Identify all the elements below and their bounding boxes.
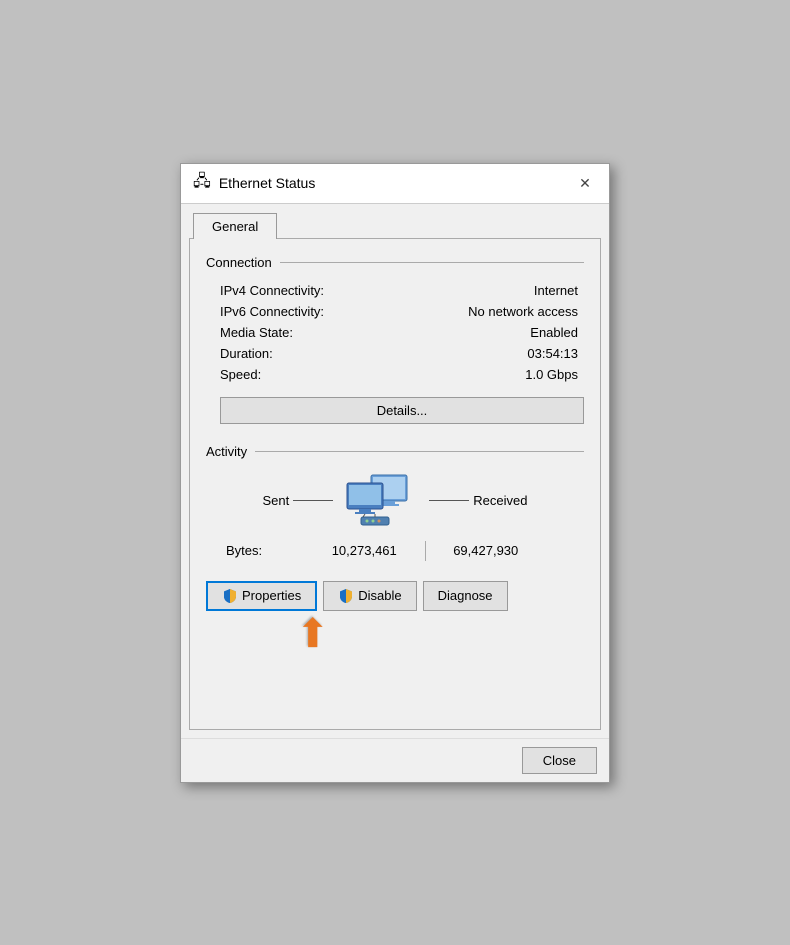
activity-section-header: Activity	[206, 444, 584, 459]
bytes-received-value: 69,427,930	[434, 543, 539, 558]
ipv6-label: IPv6 Connectivity:	[206, 301, 414, 322]
dialog-title: Ethernet Status	[219, 175, 316, 191]
media-state-label: Media State:	[206, 322, 414, 343]
table-row: IPv6 Connectivity: No network access	[206, 301, 584, 322]
activity-section: Activity Sent	[206, 444, 584, 565]
connection-label: Connection	[206, 255, 272, 270]
received-line	[429, 500, 469, 501]
activity-visual: Sent	[206, 471, 584, 531]
disable-label: Disable	[358, 588, 401, 603]
content-area: Connection IPv4 Connectivity: Internet I…	[189, 238, 601, 730]
network-icon: 🖧	[193, 170, 211, 197]
sent-line	[293, 500, 333, 501]
arrow-icon: ⬇	[296, 611, 330, 651]
properties-button[interactable]: Properties	[206, 581, 317, 611]
speed-value: 1.0 Gbps	[414, 364, 584, 385]
received-label: Received	[473, 493, 527, 508]
table-row: Media State: Enabled	[206, 322, 584, 343]
bytes-label: Bytes:	[212, 543, 272, 558]
shield-icon	[222, 588, 238, 604]
ipv4-value: Internet	[414, 280, 584, 301]
bytes-row: Bytes: 10,273,461 69,427,930	[206, 541, 584, 561]
duration-label: Duration:	[206, 343, 414, 364]
duration-value: 03:54:13	[414, 343, 584, 364]
disable-button[interactable]: Disable	[323, 581, 416, 611]
table-row: Speed: 1.0 Gbps	[206, 364, 584, 385]
shield-icon-disable	[338, 588, 354, 604]
close-window-button[interactable]: ✕	[573, 171, 597, 195]
table-row: IPv4 Connectivity: Internet	[206, 280, 584, 301]
sent-label: Sent	[263, 493, 290, 508]
activity-label: Activity	[206, 444, 247, 459]
activity-divider	[255, 451, 584, 452]
diagnose-label: Diagnose	[438, 588, 493, 603]
connection-table: IPv4 Connectivity: Internet IPv6 Connect…	[206, 280, 584, 385]
bytes-divider	[425, 541, 426, 561]
properties-label: Properties	[242, 588, 301, 603]
connection-divider	[280, 262, 584, 263]
close-button[interactable]: Close	[522, 747, 597, 774]
dialog-footer: Close	[181, 738, 609, 782]
diagnose-button[interactable]: Diagnose	[423, 581, 508, 611]
computer-network-icon	[341, 471, 421, 531]
tab-general[interactable]: General	[193, 213, 277, 239]
ipv4-label: IPv4 Connectivity:	[206, 280, 414, 301]
media-state-value: Enabled	[414, 322, 584, 343]
tab-bar: General	[181, 204, 609, 238]
table-row: Duration: 03:54:13	[206, 343, 584, 364]
bytes-sent-value: 10,273,461	[312, 543, 417, 558]
arrow-indicator: ⬇	[206, 611, 584, 651]
ipv6-value: No network access	[414, 301, 584, 322]
details-button[interactable]: Details...	[220, 397, 584, 424]
action-buttons: Properties Disable Diagnose	[206, 581, 584, 615]
speed-label: Speed:	[206, 364, 414, 385]
title-bar: 🖧 Ethernet Status ✕	[181, 164, 609, 204]
connection-section-header: Connection	[206, 255, 584, 270]
